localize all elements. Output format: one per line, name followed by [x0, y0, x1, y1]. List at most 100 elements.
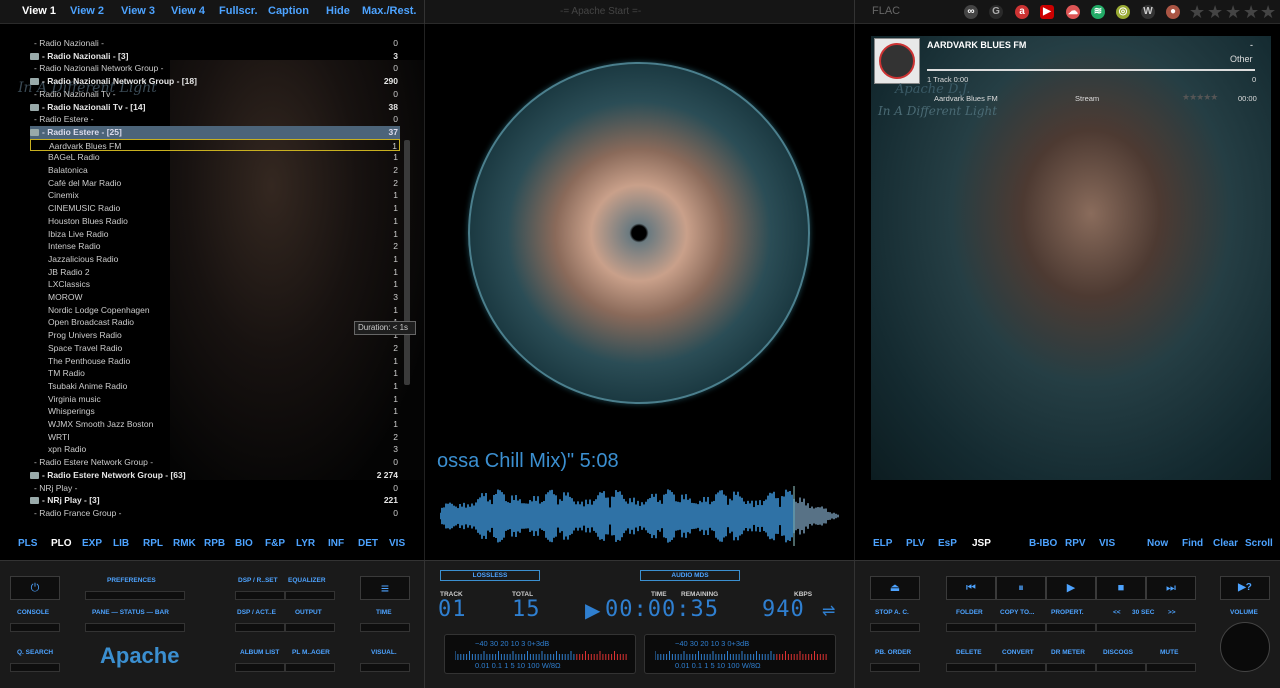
- playlist-row[interactable]: TM Radio 1: [30, 367, 400, 380]
- playlist-scrollbar[interactable]: [404, 140, 410, 385]
- preferences-button[interactable]: [85, 591, 185, 600]
- stop-ac-button[interactable]: [870, 623, 920, 632]
- rating-star-icon[interactable]: ★: [1243, 2, 1259, 23]
- q-search-button[interactable]: [10, 663, 60, 672]
- tab-inf[interactable]: INF: [328, 538, 344, 549]
- playlist-row[interactable]: Whisperings 1: [30, 405, 400, 418]
- spotify-icon[interactable]: ≋: [1091, 5, 1105, 19]
- convert-button[interactable]: [996, 663, 1046, 672]
- tab-lib[interactable]: LIB: [113, 538, 129, 549]
- playlist-row[interactable]: Space Travel Radio 2: [30, 342, 400, 355]
- playlist-row[interactable]: - Radio Nazionali Tv - 0: [30, 88, 400, 101]
- delete-button[interactable]: [946, 663, 996, 672]
- playlist-row[interactable]: Aardvark Blues FM 1: [30, 138, 400, 152]
- playlist-row[interactable]: xpn Radio 3: [30, 443, 400, 456]
- dsp-acte-button[interactable]: [235, 623, 285, 632]
- tab-pls[interactable]: PLS: [18, 538, 37, 549]
- playlist-row[interactable]: The Penthouse Radio 1: [30, 355, 400, 368]
- playlist-group-row[interactable]: - Radio Nazionali Tv - [14] 38: [30, 101, 400, 114]
- next-button[interactable]: ⏭: [1146, 576, 1196, 600]
- discogs-button[interactable]: [1096, 663, 1146, 672]
- album-list-button[interactable]: [235, 663, 285, 672]
- playlist-row[interactable]: CINEMUSIC Radio 1: [30, 202, 400, 215]
- playlist-row[interactable]: Open Broadcast Radio1: [30, 316, 400, 329]
- playlist-group-row[interactable]: - Radio Nazionali - [3] 3: [30, 50, 400, 63]
- playlist-row[interactable]: Cinemix 1: [30, 189, 400, 202]
- playlist-row[interactable]: Ibiza Live Radio 1: [30, 228, 400, 241]
- time-display[interactable]: 00:00:35: [605, 597, 719, 622]
- tab-fp[interactable]: F&P: [265, 538, 285, 549]
- playlist-row[interactable]: Nordic Lodge Copenhagen 1: [30, 304, 400, 317]
- tab-max-restore[interactable]: Max./Rest.: [362, 5, 416, 17]
- playlist-row[interactable]: Intense Radio 2: [30, 240, 400, 253]
- playlist-group-row[interactable]: - Radio Nazionali Network Group - [18] 29…: [30, 75, 400, 88]
- tab-rpv[interactable]: RPV: [1065, 538, 1086, 549]
- playlist-row[interactable]: Prog Univers Radio 1: [30, 329, 400, 342]
- playlist-row-name[interactable]: Aardvark Blues FM: [934, 94, 998, 103]
- tab-view3[interactable]: View 3: [121, 5, 155, 17]
- tab-rpb[interactable]: RPB: [204, 538, 225, 549]
- playlist-row[interactable]: Café del Mar Radio 2: [30, 177, 400, 190]
- rating-star-icon[interactable]: ★: [1260, 2, 1276, 23]
- playlist-group-row[interactable]: - Radio Estere Network Group - [63] 2 274: [30, 469, 400, 482]
- pb-order-button[interactable]: [870, 663, 920, 672]
- volume-knob[interactable]: [1220, 622, 1270, 672]
- link-icon[interactable]: ∞: [964, 5, 978, 19]
- tab-find[interactable]: Find: [1182, 538, 1203, 549]
- playlist-group-row[interactable]: - Radio Estere - [25] 37: [30, 125, 400, 139]
- google-icon[interactable]: G: [989, 5, 1003, 19]
- pause-button[interactable]: ⏸: [996, 576, 1046, 600]
- row-rating-icon[interactable]: ★★★★★: [1182, 92, 1218, 103]
- rating-star-icon[interactable]: ★: [1207, 2, 1223, 23]
- equalizer-button[interactable]: [285, 591, 335, 600]
- rating-star-icon[interactable]: ★: [1189, 2, 1205, 23]
- seek-30sec-button[interactable]: [1096, 623, 1196, 632]
- playlist-row[interactable]: - Radio France Group - 0: [30, 507, 400, 520]
- playlist-row[interactable]: MOROW 3: [30, 291, 400, 304]
- music-service-icon[interactable]: ◎: [1116, 5, 1130, 19]
- eject-button[interactable]: ⏏: [870, 576, 920, 600]
- playlist-row[interactable]: WJMX Smooth Jazz Boston 1: [30, 418, 400, 431]
- tab-view4[interactable]: View 4: [171, 5, 205, 17]
- tab-plv[interactable]: PLV: [906, 538, 925, 549]
- playlist-row[interactable]: Tsubaki Anime Radio 1: [30, 380, 400, 393]
- location-icon[interactable]: ●: [1166, 5, 1180, 19]
- dsp-rset-button[interactable]: [235, 591, 285, 600]
- tab-rmk[interactable]: RMK: [173, 538, 196, 549]
- menu-button[interactable]: ≡: [360, 576, 410, 600]
- rating-star-icon[interactable]: ★: [1225, 2, 1241, 23]
- playlist-row[interactable]: WRTI 2: [30, 431, 400, 444]
- tab-hide[interactable]: Hide: [326, 5, 350, 17]
- power-button[interactable]: ⏻: [10, 576, 60, 600]
- tab-view2[interactable]: View 2: [70, 5, 104, 17]
- tab-fullscreen[interactable]: Fullscr.: [219, 5, 258, 17]
- dr-meter-button[interactable]: [1046, 663, 1096, 672]
- previous-button[interactable]: ⏮: [946, 576, 996, 600]
- playlist-row[interactable]: - Radio Estere - 0: [30, 113, 400, 126]
- youtube-icon[interactable]: ▶: [1040, 5, 1054, 19]
- tab-exp[interactable]: EXP: [82, 538, 102, 549]
- waveform-seekbar[interactable]: [440, 484, 840, 548]
- soundcloud-icon[interactable]: ☁: [1066, 5, 1080, 19]
- play-button[interactable]: ▶: [1046, 576, 1096, 600]
- tab-vis[interactable]: VIS: [1099, 538, 1115, 549]
- tab-bio[interactable]: BIO: [235, 538, 253, 549]
- playlist-row[interactable]: Jazzalicious Radio 1: [30, 253, 400, 266]
- stop-button[interactable]: ■: [1096, 576, 1146, 600]
- tab-lyr[interactable]: LYR: [296, 538, 315, 549]
- wikipedia-icon[interactable]: W: [1141, 5, 1155, 19]
- playlist-row[interactable]: JB Radio 2 1: [30, 266, 400, 279]
- shuffle-icon[interactable]: ⇌: [822, 601, 835, 621]
- tab-bibo[interactable]: B-IBO: [1029, 538, 1057, 549]
- console-button[interactable]: [10, 623, 60, 632]
- tab-clear[interactable]: Clear: [1213, 538, 1238, 549]
- tab-jsp[interactable]: JSP: [972, 538, 991, 549]
- time-button[interactable]: [360, 623, 410, 632]
- tab-view1[interactable]: View 1: [22, 5, 56, 17]
- pane-status-bar-button[interactable]: [85, 623, 185, 632]
- tab-rpl[interactable]: RPL: [143, 538, 163, 549]
- playlist-row[interactable]: LXClassics 1: [30, 278, 400, 291]
- playlist-row[interactable]: - Radio Estere Network Group - 0: [30, 456, 400, 469]
- tab-now[interactable]: Now: [1147, 538, 1168, 549]
- playlist-row[interactable]: Balatonica 2: [30, 164, 400, 177]
